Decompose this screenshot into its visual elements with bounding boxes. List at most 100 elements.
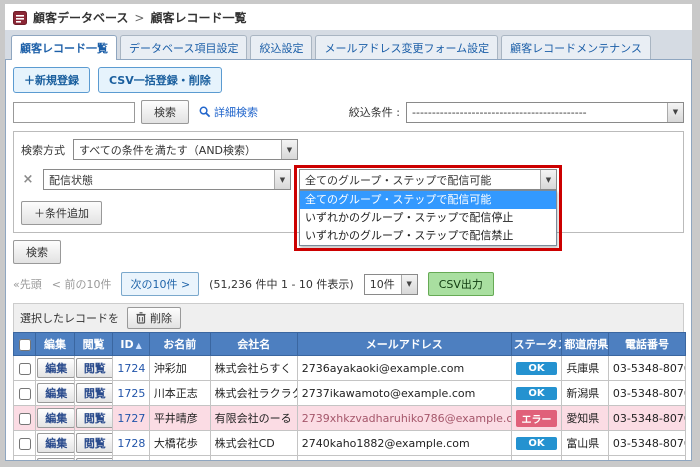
tab-customer-record-list[interactable]: 顧客レコード一覧 bbox=[11, 35, 117, 60]
search-row: 検索 詳細検索 絞込条件 : -------------------------… bbox=[6, 98, 691, 131]
cell-id: 1725 bbox=[112, 380, 150, 406]
header-status: ステータス bbox=[510, 332, 563, 356]
search-method-select[interactable]: すべての条件を満たす（AND検索） ▼ bbox=[73, 139, 298, 160]
header-company: 会社名 bbox=[209, 332, 298, 356]
cell-email: 2736ayakaoki@example.com bbox=[296, 355, 512, 381]
view-button[interactable]: 閲覧 bbox=[75, 433, 112, 453]
cell-name: 沖彩加 bbox=[148, 355, 211, 381]
filter-condition-select[interactable]: ----------------------------------------… bbox=[406, 101, 684, 123]
cell-phone: 03-5348-8070 bbox=[607, 455, 687, 460]
view-button[interactable]: 閲覧 bbox=[75, 358, 112, 378]
header-edit: 編集 bbox=[35, 332, 75, 356]
edit-button[interactable]: 編集 bbox=[37, 358, 74, 378]
per-page-select[interactable]: 10件 ▼ bbox=[363, 273, 418, 295]
cell-email: 2739xhkzvadharuhiko786@example.com bbox=[296, 405, 512, 431]
remove-condition-icon[interactable]: × bbox=[21, 172, 35, 187]
edit-button[interactable]: 編集 bbox=[37, 433, 74, 453]
header-email: メールアドレス bbox=[296, 332, 512, 356]
search-method-row: 検索方式 すべての条件を満たす（AND検索） ▼ bbox=[21, 139, 676, 160]
tab-bar: 顧客レコード一覧 データベース項目設定 絞込設定 メールアドレス変更フォーム設定… bbox=[5, 30, 692, 60]
selection-label: 選択したレコードを bbox=[20, 312, 119, 325]
csv-export-button[interactable]: CSV出力 bbox=[427, 272, 494, 296]
advanced-search-link[interactable]: 詳細検索 bbox=[199, 104, 258, 120]
tab-database-field-settings[interactable]: データベース項目設定 bbox=[120, 35, 248, 59]
cell-company: 株式会社CD bbox=[209, 430, 298, 456]
row-checkbox[interactable] bbox=[18, 362, 31, 375]
dropdown-option-any-banned[interactable]: いずれかのグループ・ステップで配信禁止 bbox=[300, 227, 556, 245]
breadcrumb: 顧客データベース > 顧客レコード一覧 bbox=[5, 4, 692, 30]
edit-button[interactable]: 編集 bbox=[37, 383, 74, 403]
edit-button[interactable]: 編集 bbox=[37, 408, 74, 428]
search-icon bbox=[199, 106, 211, 118]
chevron-down-icon: ▼ bbox=[540, 170, 556, 189]
search-criteria-panel: 検索方式 すべての条件を満たす（AND検索） ▼ × 配信状態 ▼ 全てのグルー… bbox=[13, 131, 684, 251]
cell-name: 林田敬子 bbox=[148, 455, 211, 460]
delivery-status-dropdown: 全てのグループ・ステップで配信可能 いずれかのグループ・ステップで配信停止 いず… bbox=[299, 190, 557, 246]
header-view: 閲覧 bbox=[73, 332, 114, 356]
add-condition-button[interactable]: ＋条件追加 bbox=[21, 201, 102, 225]
cell-email: 2737ikawamoto@example.com bbox=[296, 380, 512, 406]
pagination-bar: «先頭 < 前の10件 次の10件 > (51,236 件中 1 - 10 件表… bbox=[6, 271, 691, 301]
header-name: お名前 bbox=[148, 332, 211, 356]
tab-record-maintenance[interactable]: 顧客レコードメンテナンス bbox=[501, 35, 651, 59]
cell-name: 平井晴彦 bbox=[148, 405, 211, 431]
row-checkbox[interactable] bbox=[18, 412, 31, 425]
criteria-search-button[interactable]: 検索 bbox=[13, 240, 61, 264]
cell-pref: 愛知県 bbox=[561, 405, 609, 431]
keyword-search-button[interactable]: 検索 bbox=[141, 100, 189, 124]
status-badge: OK bbox=[515, 386, 558, 400]
chevron-down-icon: ▼ bbox=[667, 102, 683, 122]
cell-company: 株式会社ラクラク bbox=[209, 380, 298, 406]
dropdown-option-all-deliverable[interactable]: 全てのグループ・ステップで配信可能 bbox=[300, 191, 556, 209]
table-header-row: 編集 閲覧 ID▲ お名前 会社名 メールアドレス ステータス 都道府県 電話番… bbox=[12, 332, 687, 356]
cell-email: 2741keikohayashida@example.com bbox=[296, 455, 512, 460]
cell-id: 1729 bbox=[112, 455, 150, 460]
page: 顧客データベース > 顧客レコード一覧 顧客レコード一覧 データベース項目設定 … bbox=[5, 4, 692, 461]
cell-id: 1727 bbox=[112, 405, 150, 431]
cell-pref: 富山県 bbox=[561, 430, 609, 456]
tab-filter-settings[interactable]: 絞込設定 bbox=[250, 35, 313, 59]
row-checkbox[interactable] bbox=[18, 387, 31, 400]
chevron-down-icon: ▼ bbox=[400, 274, 417, 294]
delivery-status-select-area: 全てのグループ・ステップで配信可能 ▼ 全てのグループ・ステップで配信可能 いず… bbox=[294, 165, 562, 251]
sort-ascending-icon: ▲ bbox=[135, 340, 142, 350]
pagination-next-button[interactable]: 次の10件 > bbox=[121, 272, 200, 296]
csv-bulk-register-delete-button[interactable]: CSV一括登録・削除 bbox=[98, 67, 222, 93]
per-page-value: 10件 bbox=[369, 278, 395, 291]
cell-company: 有限会社のーる bbox=[209, 405, 298, 431]
trash-icon bbox=[136, 312, 146, 324]
select-all-header bbox=[12, 332, 37, 356]
row-checkbox[interactable] bbox=[18, 437, 31, 450]
select-all-checkbox[interactable] bbox=[18, 338, 31, 351]
cell-phone: 03-5348-8070 bbox=[607, 405, 687, 431]
status-badge: OK bbox=[515, 361, 558, 375]
chevron-down-icon: ▼ bbox=[274, 170, 290, 189]
table-row: 編集 閲覧 1728 大橋花歩 株式会社CD 2740kaho1882@exam… bbox=[12, 430, 687, 456]
view-button[interactable]: 閲覧 bbox=[75, 383, 112, 403]
cell-pref: 長野県 bbox=[561, 455, 609, 460]
table-row: 編集 閲覧 1725 川本正志 株式会社ラクラク 2737ikawamoto@e… bbox=[12, 380, 687, 406]
table-row-error: 編集 閲覧 1727 平井晴彦 有限会社のーる 2739xhkzvadharuh… bbox=[12, 405, 687, 431]
condition-field-value: 配信状態 bbox=[49, 173, 93, 187]
breadcrumb-root[interactable]: 顧客データベース bbox=[33, 9, 128, 26]
selection-toolbar: 選択したレコードを 削除 bbox=[13, 303, 684, 332]
view-button[interactable]: 閲覧 bbox=[75, 408, 112, 428]
header-phone: 電話番号 bbox=[607, 332, 687, 356]
delete-button[interactable]: 削除 bbox=[127, 307, 181, 329]
filter-condition-label: 絞込条件 : bbox=[348, 106, 400, 119]
tab-email-change-form-settings[interactable]: メールアドレス変更フォーム設定 bbox=[315, 35, 499, 59]
main-content: ＋新規登録 CSV一括登録・削除 検索 詳細検索 絞込条件 : --------… bbox=[5, 59, 692, 461]
app-icon bbox=[13, 10, 27, 25]
view-button[interactable]: 閲覧 bbox=[75, 458, 112, 460]
edit-button[interactable]: 編集 bbox=[37, 458, 74, 460]
search-method-label: 検索方式 bbox=[21, 143, 65, 157]
delivery-status-select[interactable]: 全てのグループ・ステップで配信可能 ▼ bbox=[299, 169, 557, 190]
pagination-first: «先頭 bbox=[13, 278, 42, 291]
pagination-prev: < 前の10件 bbox=[51, 278, 112, 291]
keyword-search-input[interactable] bbox=[13, 101, 135, 123]
dropdown-option-any-stopped[interactable]: いずれかのグループ・ステップで配信停止 bbox=[300, 209, 556, 227]
header-id[interactable]: ID ▲ bbox=[112, 332, 150, 356]
pagination-summary: (51,236 件中 1 - 10 件表示) bbox=[209, 278, 354, 291]
new-record-button[interactable]: ＋新規登録 bbox=[13, 67, 90, 93]
condition-field-select[interactable]: 配信状態 ▼ bbox=[43, 169, 291, 190]
